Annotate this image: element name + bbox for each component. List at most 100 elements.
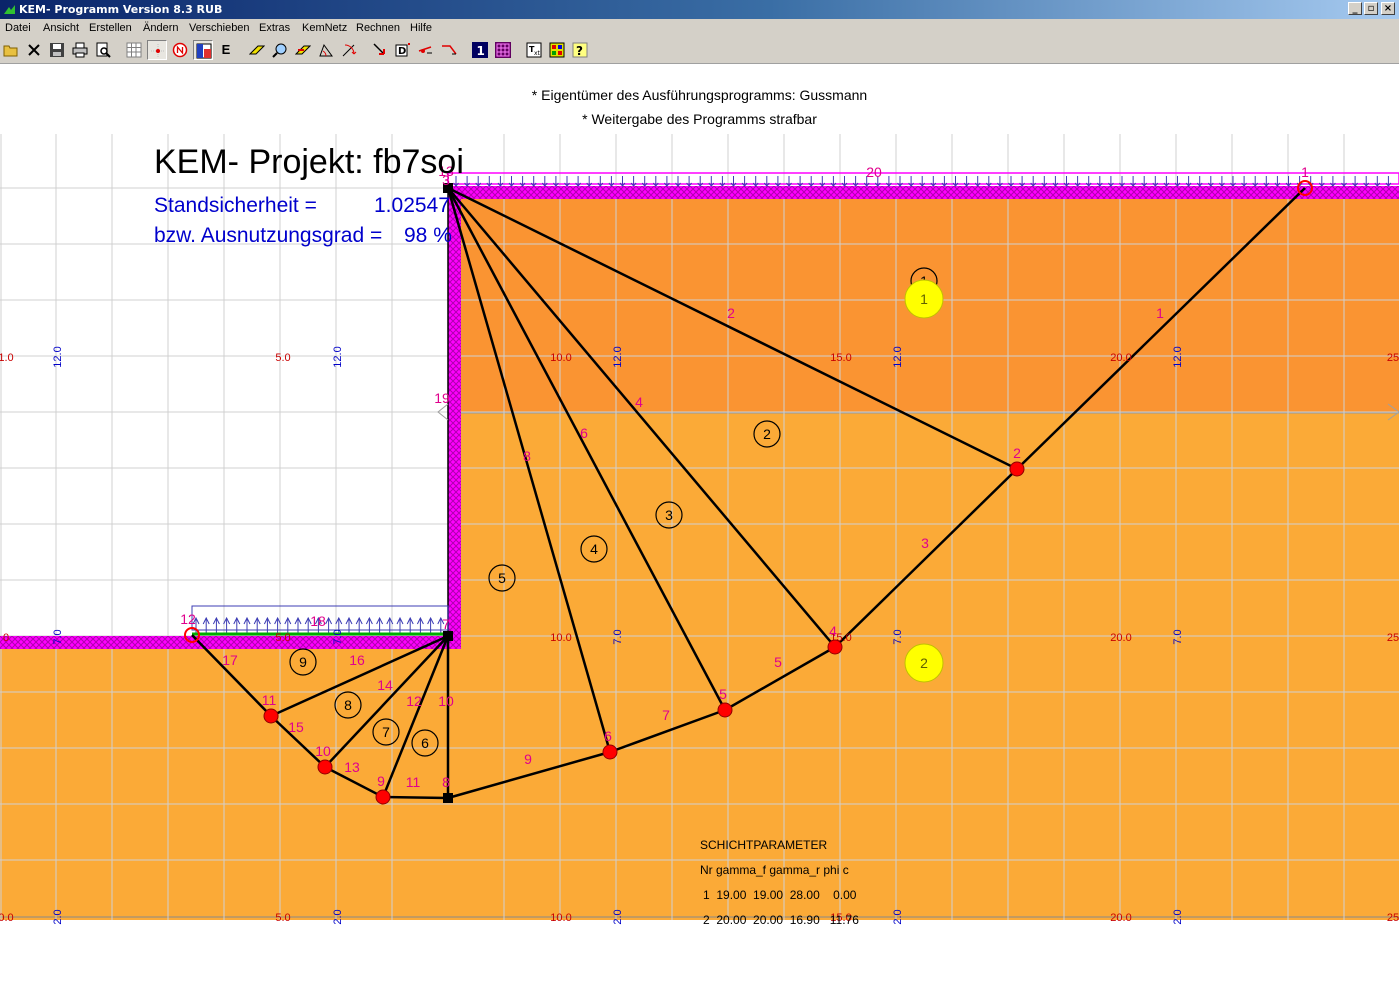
menu-erstellen[interactable]: Erstellen <box>89 22 132 34</box>
color-button[interactable] <box>193 40 213 60</box>
grid-button[interactable] <box>124 40 144 60</box>
minimize-button[interactable]: _ <box>1348 2 1362 15</box>
schicht-title: SCHICHTPARAMETER <box>700 838 827 852</box>
draw-button[interactable] <box>247 40 267 60</box>
menu-kemnetz[interactable]: KemNetz <box>302 22 347 34</box>
block-label: 5 <box>498 570 506 586</box>
help-button[interactable]: ? <box>570 40 590 60</box>
menu-aendern[interactable]: Ändern <box>143 22 178 34</box>
line-label: 4 <box>635 394 643 410</box>
point-button[interactable] <box>147 40 167 60</box>
node-marker <box>717 702 733 718</box>
block-label: 2 <box>763 426 771 442</box>
grid-label: 25 <box>1387 352 1399 364</box>
menu-hilfe[interactable]: Hilfe <box>410 22 432 34</box>
safety-value: 1.02547 <box>374 194 450 217</box>
svg-text:D: D <box>398 46 406 57</box>
grid-label: 12.0 <box>612 346 624 367</box>
grid-label: 25 <box>1387 632 1399 644</box>
move-button[interactable] <box>293 40 313 60</box>
schicht-row-1: 1 19.00 19.00 28.00 0.00 <box>703 888 857 902</box>
top-surface-load <box>447 172 1399 185</box>
block-label: 4 <box>590 541 598 557</box>
close-window-button[interactable]: × <box>1381 2 1395 15</box>
line-label: 15 <box>288 719 304 735</box>
menu-verschieben[interactable]: Verschieben <box>189 22 250 34</box>
wall-face <box>448 186 461 641</box>
node-arrow-icon <box>373 43 385 55</box>
link-button[interactable] <box>439 40 459 60</box>
dimension-button[interactable]: D <box>393 40 413 60</box>
open-button[interactable] <box>1 40 21 60</box>
menu-rechnen[interactable]: Rechnen <box>356 22 400 34</box>
window-title: KEM- Programm Version 8.3 RUB <box>19 3 223 16</box>
node-label: 8 <box>442 774 450 790</box>
north-icon <box>172 42 188 58</box>
grid-label: 20.0 <box>1110 632 1131 644</box>
north-button[interactable] <box>170 40 190 60</box>
number-one-button[interactable]: 1 <box>470 40 490 60</box>
rotate-icon <box>342 44 357 57</box>
print-preview-button[interactable] <box>93 40 113 60</box>
node-marker <box>1009 461 1025 477</box>
print-button[interactable] <box>70 40 90 60</box>
line-label: 16 <box>349 652 365 668</box>
angle-button[interactable] <box>316 40 336 60</box>
help-icon: ? <box>572 42 588 58</box>
edit-e-button[interactable]: E <box>216 40 236 60</box>
text-button[interactable]: Txt <box>524 40 544 60</box>
link-icon <box>442 45 457 55</box>
grid-label: 12.0 <box>52 346 64 367</box>
drawing-canvas[interactable]: 1.0 12.0 5.0 12.0 10.0 12.0 15.0 12.0 20.0 12.0 25… <box>0 132 1399 985</box>
grid-label: 7.0 <box>612 629 624 644</box>
node-label: 10 <box>315 743 331 759</box>
grid-label: 7.0 <box>52 629 64 644</box>
line-label: 17 <box>222 652 238 668</box>
matrix-button[interactable] <box>493 40 513 60</box>
close-file-button[interactable] <box>24 40 44 60</box>
draw-icon <box>249 45 265 55</box>
palette-button[interactable] <box>547 40 567 60</box>
menu-extras[interactable]: Extras <box>259 22 290 34</box>
node-label: 4 <box>829 623 837 639</box>
line-label: 18 <box>310 613 326 629</box>
line-label: 13 <box>344 759 360 775</box>
node-label: 11 <box>262 692 277 708</box>
node-marker <box>375 789 391 805</box>
zoom-button[interactable] <box>270 40 290 60</box>
menu-ansicht[interactable]: Ansicht <box>43 22 79 34</box>
color-icon <box>196 43 212 59</box>
grid-label: 15.0 <box>830 352 851 364</box>
node-marker <box>263 708 279 724</box>
grid-icon <box>126 42 142 58</box>
restore-button[interactable]: ▫ <box>1364 2 1378 15</box>
open-icon <box>3 45 18 57</box>
grid-label: 7.0 <box>892 629 904 644</box>
line-label: 19 <box>434 390 450 406</box>
line-label: 5 <box>774 654 782 670</box>
grid-label: 2.0 <box>892 909 904 924</box>
project-title: KEM- Projekt: fb7soi <box>154 143 464 181</box>
node-label: 12 <box>180 611 196 627</box>
ground-surface-bottom <box>0 636 461 649</box>
matrix-icon <box>495 42 511 58</box>
grid-label: 2.0 <box>1172 909 1184 924</box>
grid-label: 12.0 <box>892 346 904 367</box>
line-arrow-button[interactable] <box>416 40 436 60</box>
svg-text:1: 1 <box>477 44 485 58</box>
rotate-button[interactable] <box>339 40 359 60</box>
grid-label: 2.0 <box>52 909 64 924</box>
line-label: 7 <box>662 707 670 723</box>
node-arrow-button[interactable] <box>370 40 390 60</box>
grid-label: 5.0 <box>275 912 290 924</box>
line-label: 12 <box>406 693 422 709</box>
node-label: 7 <box>442 616 450 632</box>
angle-icon <box>319 43 333 57</box>
grid-label: 10.0 <box>550 352 571 364</box>
node-marker <box>602 744 618 760</box>
toolbar: E D 1 Txt ? <box>0 37 1399 64</box>
save-button[interactable] <box>47 40 67 60</box>
line-label: 9 <box>524 751 532 767</box>
grid-label: 7.0 <box>332 629 344 644</box>
menu-datei[interactable]: Datei <box>5 22 31 34</box>
